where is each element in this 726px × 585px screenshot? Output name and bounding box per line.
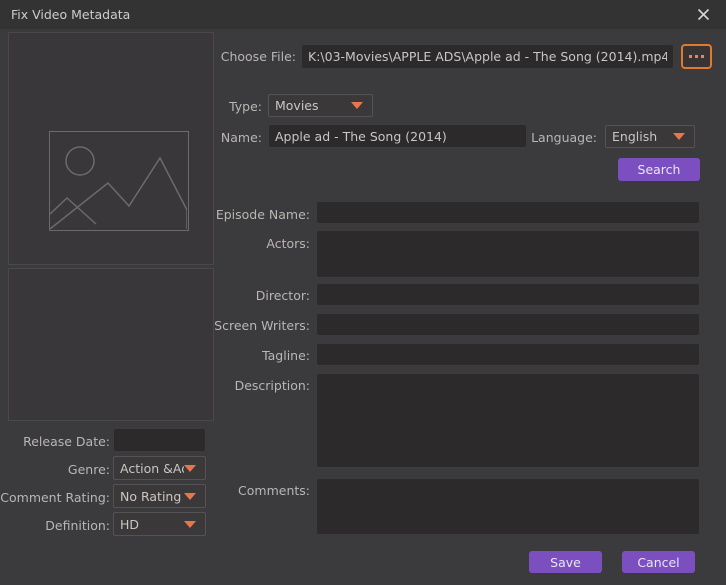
release-date-label: Release Date:	[23, 434, 110, 449]
actors-input[interactable]	[316, 230, 700, 278]
definition-label: Definition:	[45, 518, 110, 533]
chevron-down-icon	[184, 520, 196, 528]
genre-value: Action &Adventure	[120, 460, 184, 476]
type-dropdown[interactable]: Movies	[268, 94, 373, 117]
comments-input[interactable]	[316, 478, 700, 535]
close-button[interactable]	[680, 0, 726, 29]
save-button[interactable]: Save	[529, 551, 602, 573]
ellipsis-icon	[695, 55, 698, 58]
screen-writers-input[interactable]	[316, 313, 700, 336]
ellipsis-icon	[689, 55, 692, 58]
screen-writers-label: Screen Writers:	[214, 318, 310, 333]
definition-value: HD	[120, 516, 140, 532]
title-bar: Fix Video Metadata	[0, 0, 726, 29]
definition-dropdown[interactable]: HD	[113, 512, 206, 536]
cancel-button[interactable]: Cancel	[622, 551, 695, 573]
image-placeholder	[49, 131, 189, 231]
release-date-input[interactable]	[113, 428, 206, 452]
search-button[interactable]: Search	[618, 158, 700, 181]
language-dropdown[interactable]: English	[605, 125, 695, 148]
name-label: Name:	[220, 130, 262, 145]
choose-file-label: Choose File:	[220, 49, 296, 64]
window-title: Fix Video Metadata	[11, 7, 131, 22]
name-input[interactable]	[268, 124, 527, 148]
description-input[interactable]	[316, 373, 700, 468]
episode-name-label: Episode Name:	[215, 207, 310, 222]
tagline-label: Tagline:	[262, 348, 310, 363]
comments-label: Comments:	[238, 483, 310, 498]
description-label: Description:	[234, 378, 310, 393]
thumbnail-panel[interactable]	[8, 32, 214, 265]
director-label: Director:	[255, 288, 310, 303]
genre-dropdown[interactable]: Action &Adventure	[113, 456, 206, 480]
image-placeholder-icon	[50, 146, 187, 229]
chevron-down-icon	[673, 133, 685, 140]
actors-label: Actors:	[266, 236, 310, 251]
type-value: Movies	[275, 98, 319, 113]
type-label: Type:	[229, 99, 262, 114]
chevron-down-icon	[184, 464, 196, 472]
tagline-input[interactable]	[316, 343, 700, 366]
language-label: Language:	[531, 130, 597, 145]
browse-file-button[interactable]	[681, 44, 712, 69]
comment-rating-value: No Rating	[120, 488, 182, 504]
genre-label: Genre:	[67, 462, 110, 477]
choose-file-input[interactable]	[301, 44, 674, 69]
poster-panel[interactable]	[8, 268, 214, 421]
chevron-down-icon	[351, 102, 363, 109]
language-value: English	[612, 129, 658, 144]
director-input[interactable]	[316, 283, 700, 306]
episode-name-input[interactable]	[316, 201, 700, 224]
ellipsis-icon	[701, 55, 704, 58]
close-icon	[697, 8, 709, 21]
comment-rating-label: Comment Rating:	[0, 490, 110, 505]
